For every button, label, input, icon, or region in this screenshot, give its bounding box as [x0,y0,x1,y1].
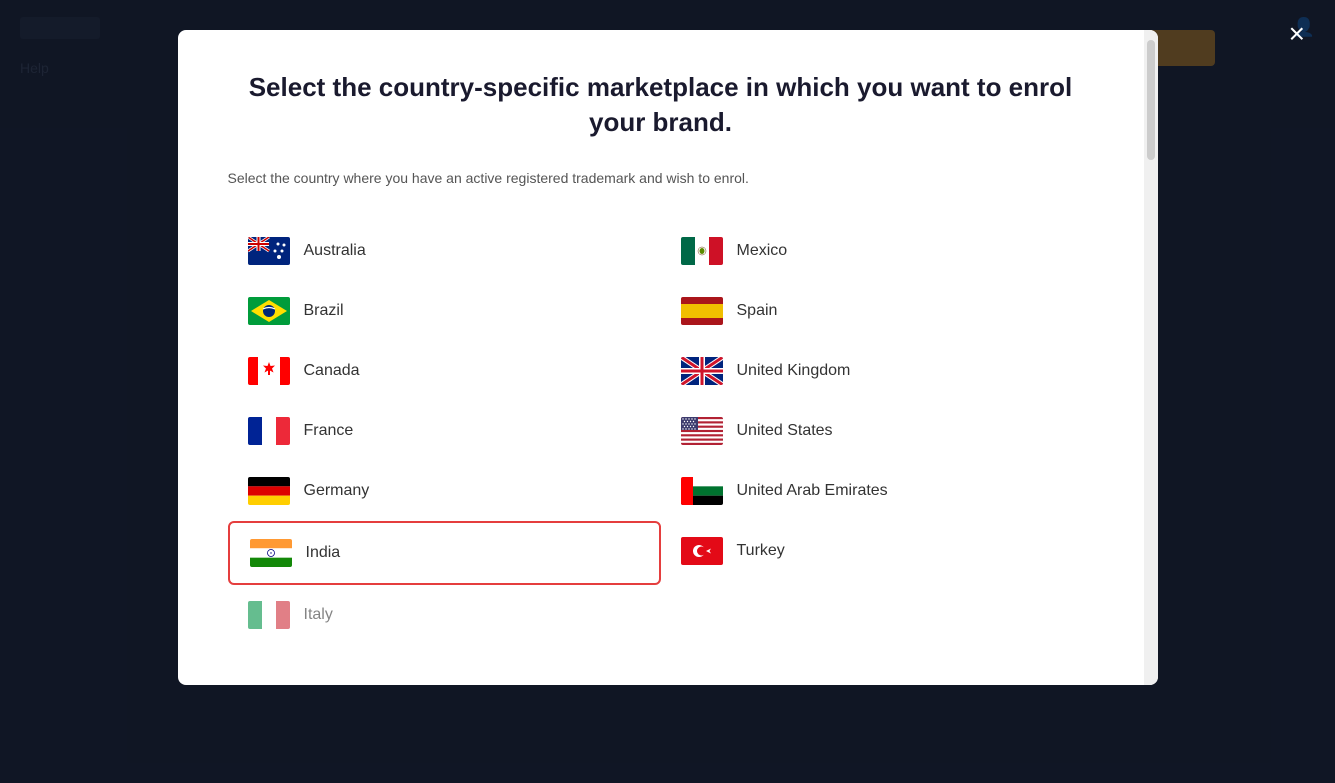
flag-us [681,417,723,445]
country-name-canada: Canada [304,362,360,380]
country-italy[interactable]: Italy [228,585,661,645]
flag-uae [681,477,723,505]
country-spain[interactable]: Spain [661,281,1094,341]
scrollbar-thumb[interactable] [1147,40,1155,160]
country-name-spain: Spain [737,302,778,320]
countries-grid: Australia Brazil [228,221,1094,645]
country-us[interactable]: United States [661,401,1094,461]
country-name-australia: Australia [304,242,366,260]
flag-germany [248,477,290,505]
modal-content: Select the country-specific marketplace … [178,30,1144,685]
flag-france [248,417,290,445]
country-name-germany: Germany [304,482,370,500]
country-name-turkey: Turkey [737,542,785,560]
country-uae[interactable]: United Arab Emirates [661,461,1094,521]
country-turkey[interactable]: Turkey [661,521,1094,581]
country-brazil[interactable]: Brazil [228,281,661,341]
flag-canada [248,357,290,385]
country-name-uk: United Kingdom [737,362,851,380]
flag-brazil [248,297,290,325]
modal-overlay: Select the country-specific marketplace … [0,0,1335,783]
left-column: Australia Brazil [228,221,661,645]
right-column: Mexico Spain [661,221,1094,645]
close-button[interactable]: × [1289,20,1305,48]
modal-title: Select the country-specific marketplace … [228,70,1094,140]
country-name-uae: United Arab Emirates [737,482,888,500]
country-canada[interactable]: Canada [228,341,661,401]
flag-australia [248,237,290,265]
flag-spain [681,297,723,325]
country-name-france: France [304,422,354,440]
flag-turkey [681,537,723,565]
scrollbar-track[interactable] [1144,30,1158,685]
country-uk[interactable]: United Kingdom [661,341,1094,401]
country-name-mexico: Mexico [737,242,788,260]
flag-italy [248,601,290,629]
modal: Select the country-specific marketplace … [178,30,1158,685]
country-name-india: India [306,544,341,562]
country-name-us: United States [737,422,833,440]
country-australia[interactable]: Australia [228,221,661,281]
country-india[interactable]: India [228,521,661,585]
country-germany[interactable]: Germany [228,461,661,521]
flag-india [250,539,292,567]
modal-subtitle: Select the country where you have an act… [228,170,1094,186]
country-name-italy: Italy [304,606,333,624]
flag-uk [681,357,723,385]
country-mexico[interactable]: Mexico [661,221,1094,281]
country-name-brazil: Brazil [304,302,344,320]
flag-mexico [681,237,723,265]
country-france[interactable]: France [228,401,661,461]
